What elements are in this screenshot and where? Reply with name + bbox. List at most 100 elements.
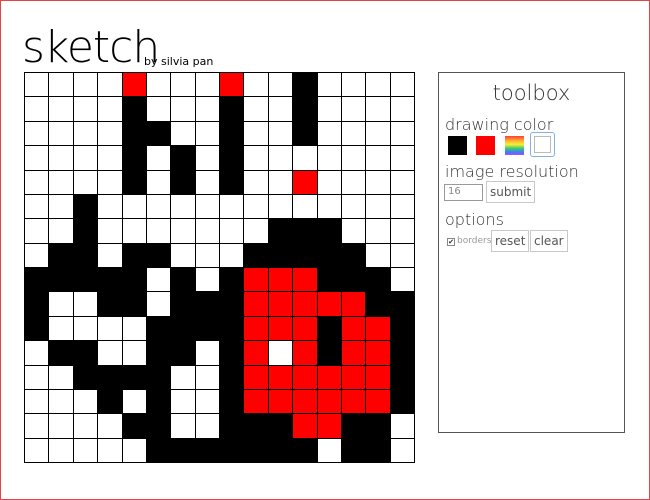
canvas-cell[interactable]	[390, 219, 415, 244]
canvas-cell[interactable]	[73, 219, 99, 244]
canvas-cell[interactable]	[244, 414, 269, 439]
canvas-cell[interactable]	[49, 438, 74, 463]
canvas-cell[interactable]	[390, 243, 415, 268]
canvas-cell[interactable]	[146, 268, 172, 293]
canvas-cell[interactable]	[98, 414, 123, 439]
canvas-cell[interactable]	[73, 268, 99, 293]
canvas-cell[interactable]	[366, 268, 391, 293]
canvas-cell[interactable]	[293, 243, 318, 268]
canvas-cell[interactable]	[317, 316, 342, 342]
canvas-cell[interactable]	[244, 146, 269, 171]
canvas-cell[interactable]	[268, 268, 294, 293]
canvas-cell[interactable]	[390, 268, 415, 293]
canvas-cell[interactable]	[293, 194, 318, 220]
canvas-cell[interactable]	[73, 194, 99, 220]
canvas-cell[interactable]	[98, 438, 123, 463]
canvas-cell[interactable]	[366, 341, 391, 366]
canvas-cell[interactable]	[98, 389, 123, 415]
canvas-cell[interactable]	[122, 292, 147, 317]
canvas-cell[interactable]	[195, 365, 220, 390]
canvas-cell[interactable]	[49, 194, 74, 220]
canvas-cell[interactable]	[220, 194, 245, 220]
canvas-cell[interactable]	[49, 97, 74, 122]
drawing-canvas[interactable]	[24, 72, 415, 463]
canvas-cell[interactable]	[317, 292, 342, 317]
canvas-cell[interactable]	[244, 170, 269, 195]
canvas-cell[interactable]	[171, 268, 196, 293]
canvas-cell[interactable]	[366, 414, 391, 439]
borders-checkbox[interactable]: ✔	[447, 238, 455, 246]
canvas-cell[interactable]	[366, 243, 391, 268]
canvas-cell[interactable]	[220, 438, 245, 463]
canvas-cell[interactable]	[268, 414, 294, 439]
canvas-cell[interactable]	[244, 219, 269, 244]
canvas-cell[interactable]	[171, 73, 196, 98]
canvas-cell[interactable]	[49, 243, 74, 268]
canvas-cell[interactable]	[317, 268, 342, 293]
canvas-cell[interactable]	[317, 121, 342, 147]
canvas-cell[interactable]	[293, 341, 318, 366]
canvas-cell[interactable]	[25, 194, 50, 220]
canvas-cell[interactable]	[146, 121, 172, 147]
canvas-cell[interactable]	[341, 365, 367, 390]
reset-button[interactable]: reset	[491, 230, 530, 252]
canvas-cell[interactable]	[122, 219, 147, 244]
canvas-cell[interactable]	[317, 194, 342, 220]
canvas-cell[interactable]	[366, 194, 391, 220]
canvas-cell[interactable]	[195, 146, 220, 171]
canvas-cell[interactable]	[73, 73, 99, 98]
canvas-cell[interactable]	[268, 170, 294, 195]
canvas-cell[interactable]	[390, 146, 415, 171]
canvas-cell[interactable]	[244, 438, 269, 463]
canvas-cell[interactable]	[195, 292, 220, 317]
canvas-cell[interactable]	[25, 389, 50, 415]
canvas-cell[interactable]	[25, 292, 50, 317]
canvas-cell[interactable]	[220, 243, 245, 268]
canvas-cell[interactable]	[244, 121, 269, 147]
canvas-cell[interactable]	[390, 341, 415, 366]
canvas-cell[interactable]	[49, 219, 74, 244]
canvas-cell[interactable]	[25, 438, 50, 463]
canvas-cell[interactable]	[390, 414, 415, 439]
canvas-cell[interactable]	[25, 146, 50, 171]
canvas-cell[interactable]	[293, 438, 318, 463]
canvas-cell[interactable]	[146, 170, 172, 195]
canvas-cell[interactable]	[341, 194, 367, 220]
canvas-cell[interactable]	[293, 292, 318, 317]
canvas-cell[interactable]	[366, 121, 391, 147]
canvas-cell[interactable]	[293, 146, 318, 171]
canvas-cell[interactable]	[268, 316, 294, 342]
color-swatch-black[interactable]	[448, 136, 467, 155]
canvas-cell[interactable]	[244, 316, 269, 342]
canvas-cell[interactable]	[341, 243, 367, 268]
canvas-cell[interactable]	[244, 268, 269, 293]
color-swatch-rainbow[interactable]	[505, 136, 524, 155]
canvas-cell[interactable]	[171, 341, 196, 366]
canvas-cell[interactable]	[171, 219, 196, 244]
canvas-cell[interactable]	[98, 219, 123, 244]
canvas-cell[interactable]	[317, 73, 342, 98]
canvas-cell[interactable]	[122, 194, 147, 220]
canvas-cell[interactable]	[122, 414, 147, 439]
canvas-cell[interactable]	[390, 438, 415, 463]
canvas-cell[interactable]	[293, 97, 318, 122]
canvas-cell[interactable]	[195, 389, 220, 415]
canvas-cell[interactable]	[73, 414, 99, 439]
canvas-cell[interactable]	[220, 316, 245, 342]
canvas-cell[interactable]	[195, 268, 220, 293]
canvas-cell[interactable]	[390, 73, 415, 98]
canvas-cell[interactable]	[171, 316, 196, 342]
canvas-cell[interactable]	[268, 121, 294, 147]
canvas-cell[interactable]	[268, 219, 294, 244]
canvas-cell[interactable]	[98, 316, 123, 342]
color-swatch-red[interactable]	[476, 136, 495, 155]
canvas-cell[interactable]	[122, 73, 147, 98]
canvas-cell[interactable]	[317, 389, 342, 415]
canvas-cell[interactable]	[317, 97, 342, 122]
canvas-cell[interactable]	[293, 219, 318, 244]
canvas-cell[interactable]	[146, 438, 172, 463]
canvas-cell[interactable]	[171, 365, 196, 390]
canvas-cell[interactable]	[171, 121, 196, 147]
canvas-cell[interactable]	[25, 316, 50, 342]
canvas-cell[interactable]	[366, 97, 391, 122]
